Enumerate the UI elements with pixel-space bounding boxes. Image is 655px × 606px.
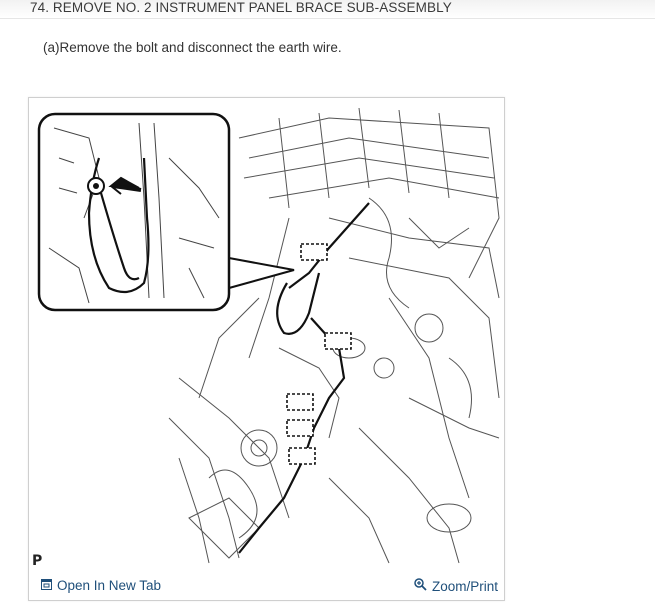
zoom-print-link[interactable]: Zoom/Print	[414, 578, 498, 594]
zoom-print-label: Zoom/Print	[431, 578, 498, 594]
open-new-tab-link[interactable]: Open In New Tab	[41, 578, 161, 593]
illustration-engine-bay	[37, 107, 500, 564]
figure-footer: Open In New Tab Zoom/Print	[29, 574, 504, 600]
figure-panel: P Open In New Tab Zoom/Print	[28, 97, 505, 601]
zoom-magnifier-icon	[414, 578, 427, 594]
open-new-tab-label: Open In New Tab	[57, 578, 162, 593]
figure-corner-label: P	[32, 553, 43, 569]
step-title: 74. REMOVE NO. 2 INSTRUMENT PANEL BRACE …	[30, 0, 452, 15]
instruction-text: (a)Remove the bolt and disconnect the ea…	[43, 40, 342, 55]
open-new-tab-icon	[41, 578, 52, 593]
